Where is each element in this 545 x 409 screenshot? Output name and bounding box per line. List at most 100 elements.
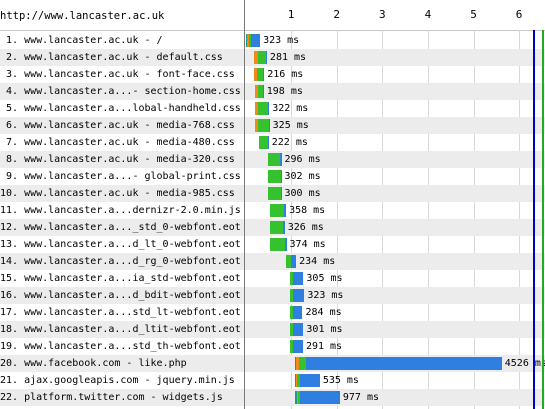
bar-segment-download: [291, 255, 297, 268]
bar-segment-download: [299, 374, 320, 387]
request-bar: [289, 323, 304, 336]
bar-segment-download: [292, 323, 304, 336]
request-bar: [289, 289, 305, 302]
request-time: 300 ms: [284, 188, 321, 199]
request-bar: [258, 136, 269, 149]
bar-segment-download: [284, 204, 287, 217]
request-time: 535 ms: [322, 375, 359, 386]
bar-segment-ttfb: [269, 221, 283, 234]
request-row[interactable]: 20. www.facebook.com - like.php 4526 ms: [0, 355, 545, 372]
request-row[interactable]: 11. www.lancaster.a...dernizr-2.0.min.js…: [0, 202, 545, 219]
request-bar: [269, 238, 287, 251]
request-time: 323 ms: [307, 290, 344, 301]
start-render-line: [533, 30, 535, 409]
request-time: 302 ms: [284, 171, 321, 182]
request-label: 9. www.lancaster.a...- global-print.css: [0, 171, 241, 182]
request-row[interactable]: 16. www.lancaster.a...d_bdit-webfont.eot…: [0, 287, 545, 304]
request-row[interactable]: 8. www.lancaster.ac.uk - media-320.css 29…: [0, 151, 545, 168]
bar-segment-download: [282, 221, 285, 234]
request-bar: [267, 170, 282, 183]
bar-segment-ttfb: [269, 204, 285, 217]
bar-segment-ttfb: [269, 238, 285, 251]
request-time: 296 ms: [284, 154, 321, 165]
request-row[interactable]: 21. ajax.googleapis.com - jquery.min.js 5…: [0, 372, 545, 389]
bar-segment-download: [280, 153, 282, 166]
request-time: 977 ms: [342, 392, 380, 403]
request-time: 301 ms: [306, 324, 343, 335]
waterfall-chart: http://www.lancaster.ac.uk 1 2 3 4 5 6 1. www…: [0, 0, 545, 409]
request-row[interactable]: 4. www.lancaster.a...- section-home.css 1…: [0, 83, 545, 100]
request-bar: [254, 85, 264, 98]
request-label: 17. www.lancaster.a...std_lt-webfont.eot: [0, 307, 241, 318]
request-bar: [269, 204, 287, 217]
request-bar: [245, 34, 261, 47]
request-label: 22. platform.twitter.com - widgets.js: [0, 392, 223, 403]
request-label: 15. www.lancaster.a...ia_std-webfont.eot: [0, 273, 241, 284]
bar-segment-ttfb: [257, 119, 269, 132]
request-row[interactable]: 5. www.lancaster.a...lobal-handheld.css 3…: [0, 100, 545, 117]
request-label: 20. www.facebook.com - like.php: [0, 358, 187, 369]
scale-tick-3: 3: [378, 8, 386, 21]
request-label: 14. www.lancaster.a...d_rg_0-webfont.eot: [0, 256, 241, 267]
scale-tick-5: 5: [470, 8, 477, 21]
bar-segment-download: [268, 102, 270, 115]
request-row[interactable]: 12. www.lancaster.a..._std_0-webfont.eot…: [0, 219, 545, 236]
request-time: 374 ms: [289, 239, 326, 250]
request-row[interactable]: 13. www.lancaster.a...d_lt_0-webfont.eot…: [0, 236, 545, 253]
request-row[interactable]: 6. www.lancaster.ac.uk - media-768.css 32…: [0, 117, 545, 134]
request-bar: [295, 391, 340, 404]
scale-tick-2: 2: [333, 8, 340, 21]
bar-segment-download: [292, 289, 305, 302]
bar-segment-download: [280, 170, 282, 183]
request-row[interactable]: 18. www.lancaster.a...d_ltit-webfont.eot…: [0, 321, 545, 338]
request-bar: [254, 102, 270, 115]
bar-segment-download: [299, 391, 340, 404]
request-row[interactable]: 2. www.lancaster.ac.uk - default.css 281 …: [0, 49, 545, 66]
request-time: 281 ms: [269, 52, 307, 63]
request-row[interactable]: 19. www.lancaster.a...std_th-webfont.eot…: [0, 338, 545, 355]
bar-segment-ttfb: [257, 51, 266, 64]
bar-segment-ttfb: [267, 170, 281, 183]
request-row[interactable]: 17. www.lancaster.a...std_lt-webfont.eot…: [0, 304, 545, 321]
bar-segment-download: [292, 272, 304, 285]
request-time: 284 ms: [305, 307, 342, 318]
request-label: 4. www.lancaster.a...- section-home.css: [0, 86, 241, 97]
bar-segment-ttfb: [257, 102, 269, 115]
bar-segment-download: [306, 357, 502, 370]
request-row[interactable]: 9. www.lancaster.a...- global-print.css 3…: [0, 168, 545, 185]
request-label: 7. www.lancaster.ac.uk - media-480.css: [0, 137, 235, 148]
request-bar: [267, 187, 282, 200]
request-bar: [285, 255, 297, 268]
request-bar: [289, 340, 303, 353]
bar-segment-download: [268, 119, 270, 132]
request-bar: [269, 221, 285, 234]
request-bar: [289, 272, 304, 285]
request-label: 1. www.lancaster.ac.uk - /: [0, 35, 163, 46]
request-label: 11. www.lancaster.a...dernizr-2.0.min.js: [0, 205, 241, 216]
bar-segment-download: [280, 187, 282, 200]
bar-segment-download: [251, 34, 261, 47]
request-label: 19. www.lancaster.a...std_th-webfont.eot: [0, 341, 241, 352]
request-time: 322 ms: [272, 103, 309, 114]
bar-segment-ttfb: [258, 136, 268, 149]
column-divider: [244, 0, 245, 409]
scale-tick-6: 6: [515, 8, 523, 21]
document-complete-line: [542, 30, 544, 409]
request-bar: [289, 306, 303, 319]
request-row[interactable]: 15. www.lancaster.a...ia_std-webfont.eot…: [0, 270, 545, 287]
request-row[interactable]: 22. platform.twitter.com - widgets.js 977…: [0, 389, 545, 406]
request-time: 198 ms: [266, 86, 303, 97]
request-label: 21. ajax.googleapis.com - jquery.min.js: [0, 375, 235, 386]
request-row[interactable]: 3. www.lancaster.ac.uk - font-face.css 21…: [0, 66, 545, 83]
request-row[interactable]: 7. www.lancaster.ac.uk - media-480.css 22…: [0, 134, 545, 151]
request-label: 13. www.lancaster.a...d_lt_0-webfont.eot: [0, 239, 241, 250]
scale-tick-1: 1: [287, 8, 295, 21]
bar-segment-download: [292, 306, 303, 319]
bar-segment-download: [267, 136, 269, 149]
request-row[interactable]: 1. www.lancaster.ac.uk - / 323 ms: [0, 32, 545, 49]
request-bar: [295, 374, 320, 387]
bar-segment-download: [262, 68, 265, 81]
request-time: 4526 ms: [504, 358, 545, 369]
request-row[interactable]: 10. www.lancaster.ac.uk - media-985.css 3…: [0, 185, 545, 202]
request-row[interactable]: 14. www.lancaster.a...d_rg_0-webfont.eot…: [0, 253, 545, 270]
